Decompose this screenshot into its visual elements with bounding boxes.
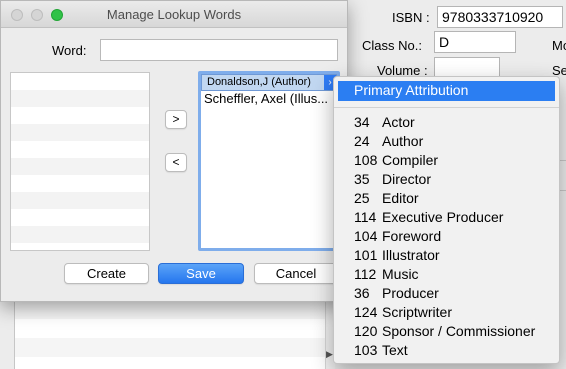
cut-off-label-1: Mo xyxy=(552,38,566,53)
menu-item-code: 24 xyxy=(354,133,370,149)
menu-item[interactable]: 103 Text xyxy=(334,341,559,360)
word-input[interactable] xyxy=(100,39,338,61)
create-button[interactable]: Create xyxy=(64,263,149,284)
menu-item-label: Sponsor / Commissioner xyxy=(382,323,536,339)
menu-item-code: 112 xyxy=(354,266,377,282)
menu-item-label: Scriptwriter xyxy=(382,304,453,320)
menu-item[interactable]: 112 Music xyxy=(334,265,559,284)
isbn-field[interactable]: 9780333710920 xyxy=(437,6,563,28)
move-right-button[interactable]: > xyxy=(165,110,187,129)
menu-item-label: Text xyxy=(382,342,408,358)
manage-lookup-words-dialog: Manage Lookup Words Word: > < Donaldson,… xyxy=(0,0,348,302)
menu-item-label: Director xyxy=(382,171,432,187)
menu-item-label: Producer xyxy=(382,285,439,301)
divider xyxy=(560,190,566,191)
list-item-label: Donaldson,J (Author) xyxy=(207,76,311,88)
menu-item-code: 124 xyxy=(354,304,378,320)
class-no-field[interactable]: D xyxy=(434,31,516,53)
menu-item-code: 25 xyxy=(354,190,370,206)
menu-item-code: 114 xyxy=(354,209,377,225)
menu-item-label: Executive Producer xyxy=(382,209,504,225)
menu-item-label: Author xyxy=(382,133,424,149)
menu-item[interactable]: 114 Executive Producer xyxy=(334,208,559,227)
menu-item-primary-attribution[interactable]: Primary Attribution xyxy=(338,81,555,101)
menu-item-code: 35 xyxy=(354,171,370,187)
background-table xyxy=(14,300,332,369)
menu-item-code: 101 xyxy=(354,247,378,263)
list-item[interactable]: Scheffler, Axel (Illus... xyxy=(201,91,337,108)
menu-item[interactable]: 35 Director xyxy=(334,170,559,189)
menu-item-code: 108 xyxy=(354,152,378,168)
cancel-button[interactable]: Cancel xyxy=(254,263,338,284)
available-words-list[interactable] xyxy=(10,72,150,251)
divider xyxy=(560,160,566,161)
menu-item[interactable]: 25 Editor xyxy=(334,189,559,208)
window-title: Manage Lookup Words xyxy=(106,7,242,22)
menu-item[interactable]: 34 Actor xyxy=(334,113,559,132)
menu-separator xyxy=(334,107,559,108)
menu-item[interactable]: 124 Scriptwriter xyxy=(334,303,559,322)
menu-list: 34 Actor 24 Author 108 Compiler 35 Director … xyxy=(334,113,559,360)
menu-item-label: Compiler xyxy=(382,152,439,168)
selected-words-list[interactable]: Donaldson,J (Author) › Scheffler, Axel (… xyxy=(198,71,340,251)
list-item-selected[interactable]: Donaldson,J (Author) › xyxy=(201,74,337,91)
menu-item[interactable]: 104 Foreword xyxy=(334,227,559,246)
class-no-label: Class No.: xyxy=(362,38,422,53)
menu-item-code: 36 xyxy=(354,285,370,301)
menu-item-label: Editor xyxy=(382,190,419,206)
menu-item[interactable]: 24 Author xyxy=(334,132,559,151)
menu-item-label: Illustrator xyxy=(382,247,440,263)
menu-item-label: Actor xyxy=(382,114,415,130)
menu-item[interactable]: 101 Illustrator xyxy=(334,246,559,265)
menu-item-label: Foreword xyxy=(382,228,442,244)
menu-item-label: Music xyxy=(382,266,419,282)
title-bar[interactable]: Manage Lookup Words xyxy=(1,1,347,28)
attribution-popup-menu: Primary Attribution 34 Actor 24 Author 108… xyxy=(333,76,560,364)
menu-item[interactable]: 36 Producer xyxy=(334,284,559,303)
scroll-arrow-icon[interactable]: ▶ xyxy=(326,349,333,360)
menu-item[interactable]: 108 Compiler xyxy=(334,151,559,170)
menu-item-code: 103 xyxy=(354,342,378,358)
menu-item-code: 34 xyxy=(354,114,370,130)
isbn-label: ISBN : xyxy=(392,10,430,25)
word-label: Word: xyxy=(52,43,87,58)
menu-item-code: 104 xyxy=(354,228,378,244)
menu-item[interactable]: 120 Sponsor / Commissioner xyxy=(334,322,559,341)
menu-item-code: 120 xyxy=(354,323,378,339)
save-button[interactable]: Save xyxy=(158,263,244,284)
move-left-button[interactable]: < xyxy=(165,153,187,172)
